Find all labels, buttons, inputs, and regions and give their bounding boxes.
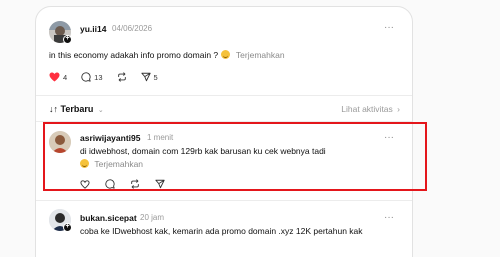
share-button[interactable]: 5 [140, 72, 158, 82]
view-activity-label: Lihat aktivitas [341, 104, 393, 114]
reply-text: coba ke IDwebhost kak, kemarin ada promo… [80, 226, 363, 236]
like-count: 4 [63, 72, 68, 82]
sort-label: Terbaru [60, 104, 94, 114]
heart-filled-icon [49, 72, 60, 82]
post-actions: 4 13 5 [49, 72, 172, 82]
sort-dropdown[interactable]: ↓↑ Terbaru ⌄ [49, 104, 104, 114]
post-username[interactable]: yu.ii14 [80, 24, 106, 34]
sort-bar: ↓↑ Terbaru ⌄ Lihat aktivitas › [49, 104, 400, 118]
more-options-icon[interactable]: ··· [384, 23, 394, 33]
like-button[interactable]: 4 [49, 72, 67, 82]
send-icon [140, 72, 151, 82]
repost-button[interactable] [117, 72, 127, 82]
follow-plus-icon[interactable]: + [63, 35, 72, 44]
divider [36, 95, 412, 96]
divider [36, 200, 412, 201]
view-activity-link[interactable]: Lihat aktivitas › [341, 104, 400, 114]
post-text: in this economy adakah info promo domain… [49, 50, 285, 60]
translate-link[interactable]: Terjemahkan [236, 50, 285, 60]
highlight-box [43, 122, 427, 191]
chevron-right-icon: › [397, 104, 400, 114]
grimace-emoji-icon [220, 50, 230, 59]
follow-plus-icon[interactable]: + [63, 223, 72, 232]
share-count: 5 [153, 72, 158, 82]
post-date: 04/06/2026 [112, 24, 153, 33]
comment-icon [81, 72, 91, 82]
reply-username[interactable]: bukan.sicepat [80, 213, 137, 223]
sort-arrows-icon: ↓↑ [49, 104, 58, 114]
reply-time: 20 jam [140, 213, 165, 222]
post-text-body: in this economy adakah info promo domain… [49, 50, 219, 60]
more-options-icon[interactable]: ··· [384, 213, 394, 223]
reply-count: 13 [94, 72, 103, 82]
repost-icon [117, 72, 126, 82]
chevron-down-icon: ⌄ [97, 107, 104, 114]
reply-button[interactable]: 13 [81, 72, 103, 82]
